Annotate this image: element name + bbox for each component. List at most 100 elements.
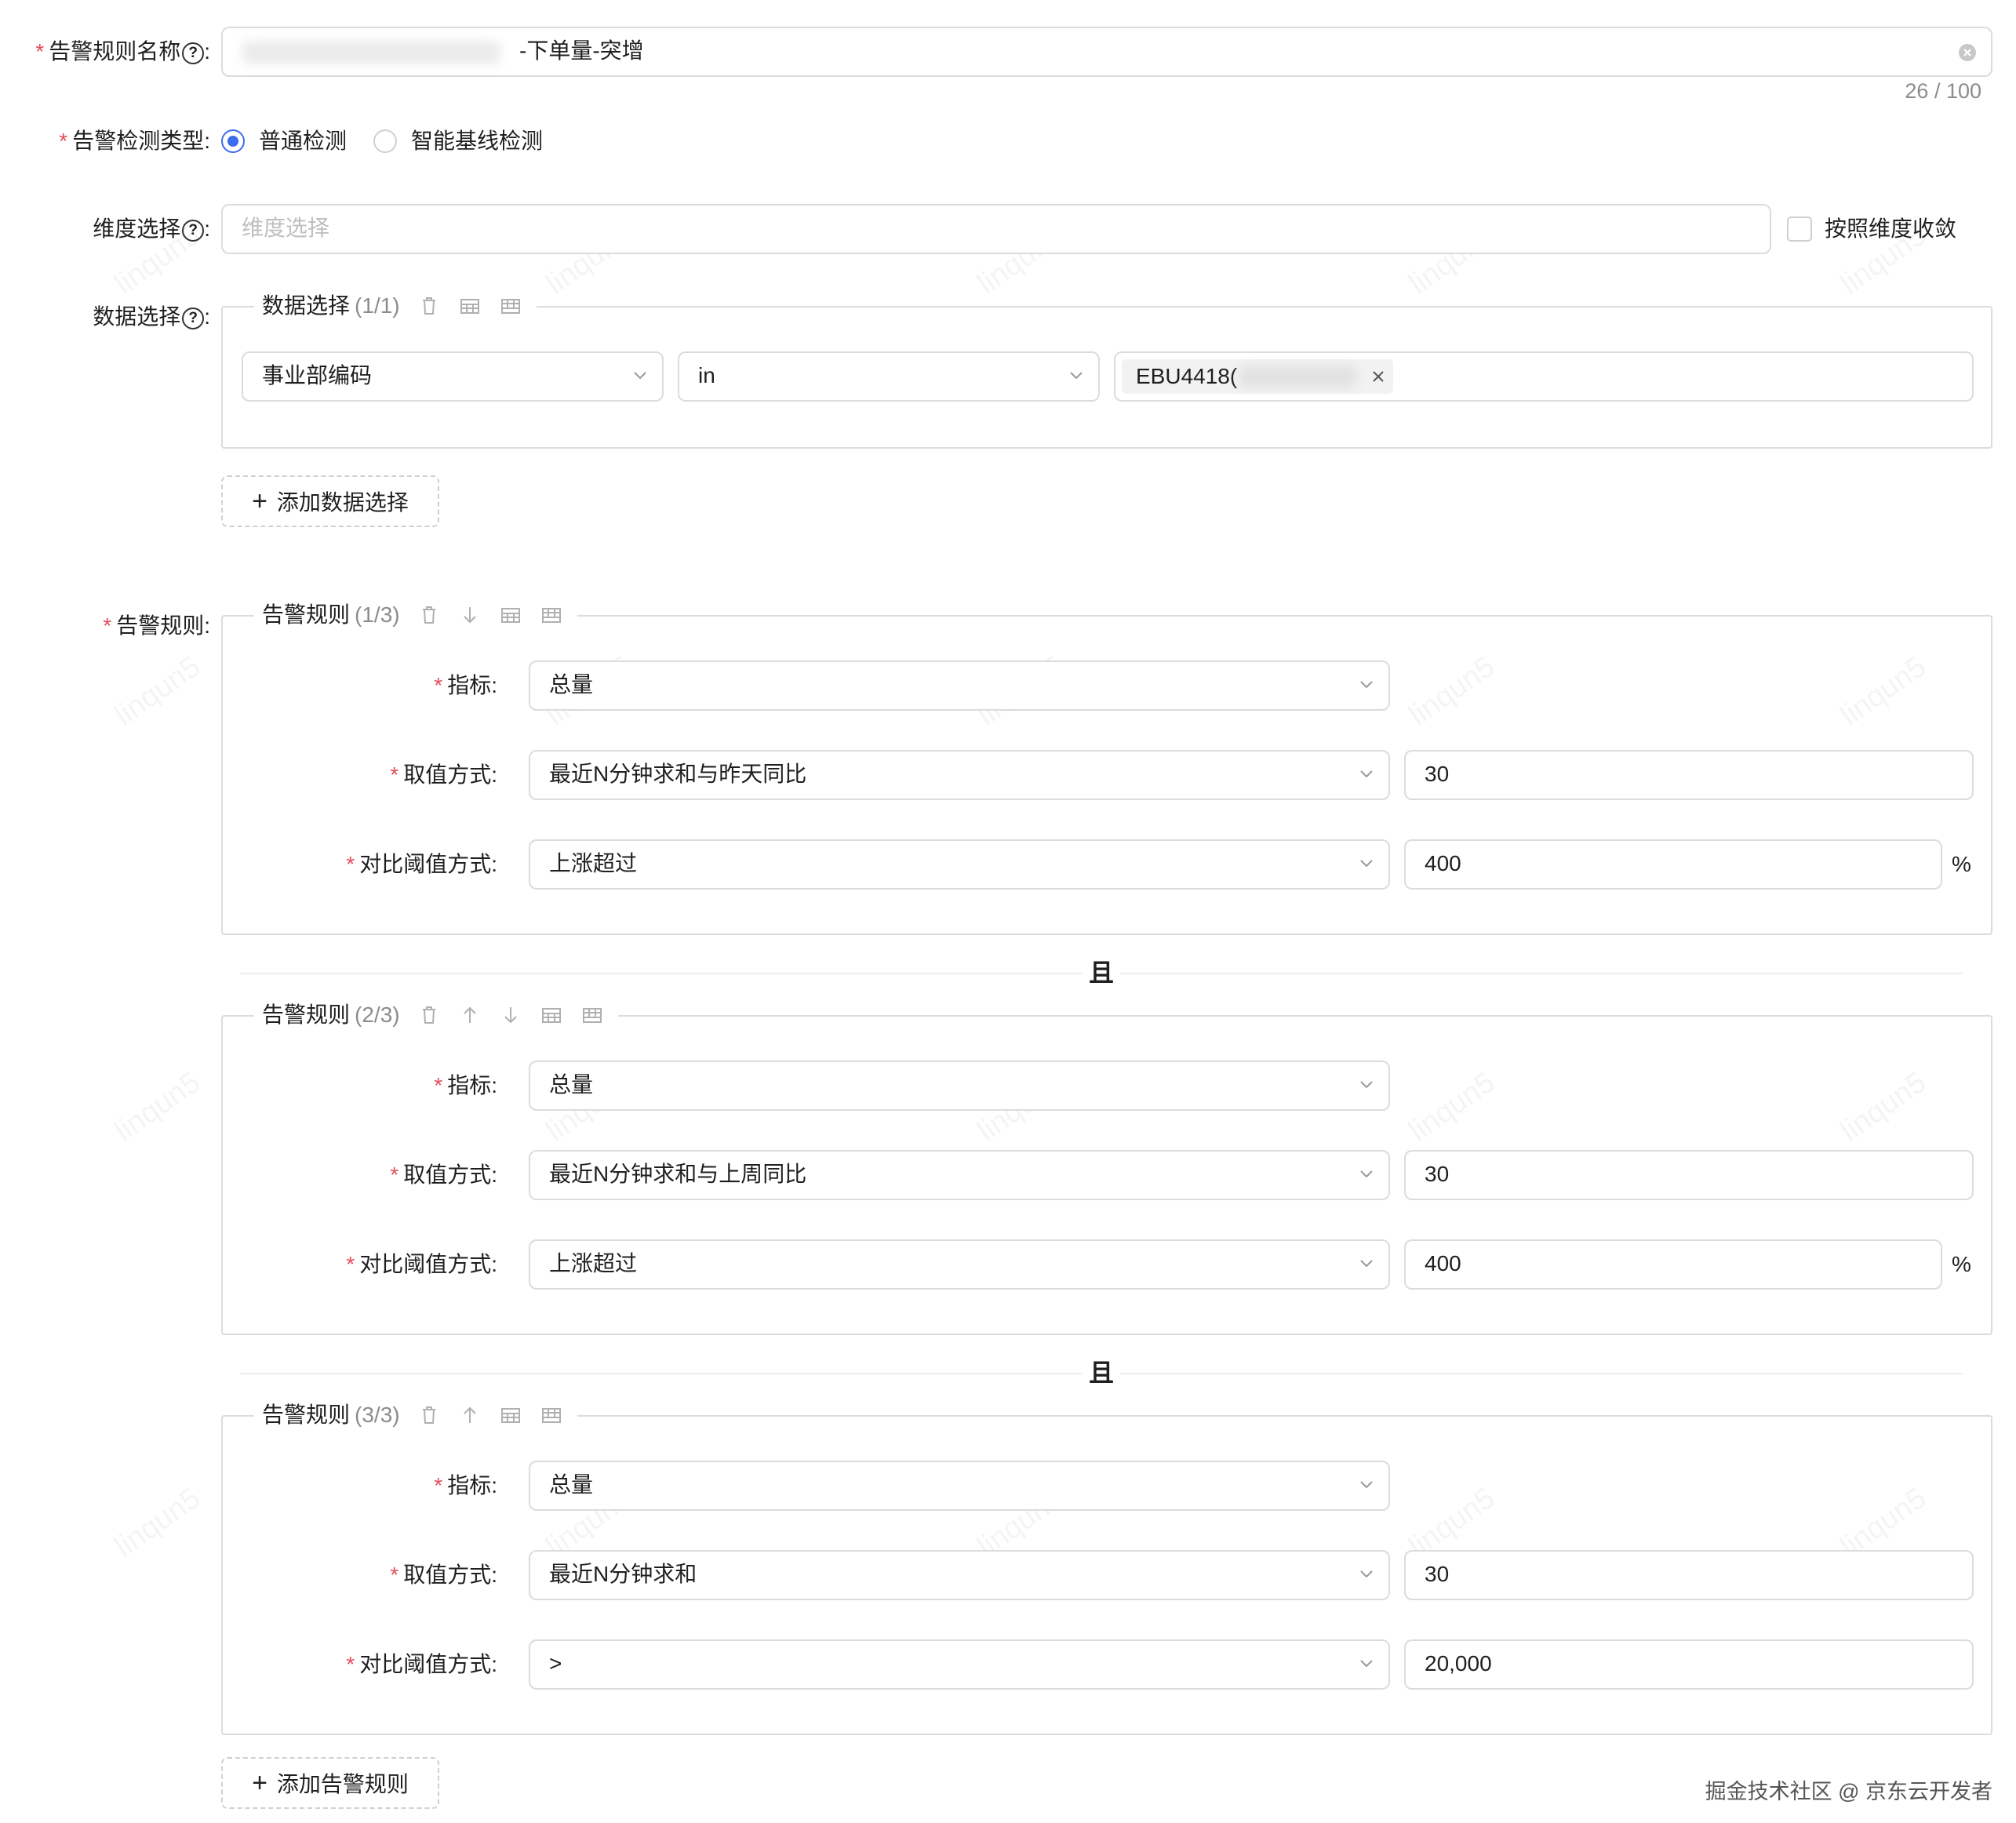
alert-rule-card: 告警规则 (1/3) * 指标: 总量 * 取值方式: 最近N分钟求和与昨天同比 3… bbox=[221, 599, 1992, 935]
threshold-input[interactable]: 20,000 bbox=[1404, 1639, 1974, 1690]
required-mark: * bbox=[35, 39, 45, 64]
radio-normal[interactable] bbox=[221, 129, 245, 153]
delete-icon[interactable] bbox=[417, 294, 441, 318]
insert-row-icon[interactable] bbox=[458, 294, 482, 318]
compare-select[interactable]: 上涨超过 bbox=[529, 1239, 1390, 1290]
dimension-label-text: 维度选择 bbox=[93, 217, 181, 241]
delete-icon[interactable] bbox=[417, 603, 441, 627]
colon: : bbox=[204, 613, 210, 638]
help-icon[interactable]: ? bbox=[182, 307, 205, 329]
required-mark: * bbox=[434, 1473, 443, 1497]
rule-name-input[interactable]: -下单量-突增 bbox=[221, 27, 1992, 77]
operator-select[interactable]: in bbox=[678, 351, 1100, 402]
redacted-text bbox=[1239, 366, 1357, 388]
rule-title: 告警规则 bbox=[262, 1403, 351, 1427]
chevron-down-icon bbox=[1360, 1481, 1373, 1489]
move-down-icon[interactable] bbox=[499, 1003, 522, 1027]
required-mark: * bbox=[59, 129, 68, 153]
metric-label: * 指标: bbox=[434, 1070, 497, 1101]
delete-icon[interactable] bbox=[417, 1003, 441, 1027]
converge-checkbox[interactable] bbox=[1787, 217, 1812, 242]
threshold-mode-label: * 对比阈值方式: bbox=[346, 1249, 497, 1280]
value-tag: EBU4418( bbox=[1122, 359, 1393, 394]
required-mark: * bbox=[346, 1652, 355, 1676]
radio-smart-baseline-label[interactable]: 智能基线检测 bbox=[411, 126, 543, 157]
colon: : bbox=[491, 1473, 497, 1497]
colon: : bbox=[491, 762, 497, 787]
redacted-text bbox=[242, 41, 500, 64]
colon: : bbox=[491, 852, 497, 876]
n-minutes-input[interactable]: 30 bbox=[1404, 1550, 1974, 1600]
metric-select[interactable]: 总量 bbox=[529, 660, 1390, 711]
data-select-label: 数据选择?: bbox=[93, 301, 210, 333]
move-down-icon[interactable] bbox=[458, 603, 482, 627]
watermark-text: linqun5 bbox=[109, 1482, 207, 1565]
required-mark: * bbox=[346, 1252, 355, 1276]
required-mark: * bbox=[346, 852, 355, 876]
metric-label-text: 指标 bbox=[447, 1473, 492, 1497]
colon: : bbox=[491, 1563, 497, 1587]
threshold-input[interactable]: 400 bbox=[1404, 839, 1942, 890]
value-mode-select[interactable]: 最近N分钟求和与上周同比 bbox=[529, 1150, 1390, 1200]
move-up-icon[interactable] bbox=[458, 1403, 482, 1427]
insert-row-icon[interactable] bbox=[499, 603, 522, 627]
value-multi-select[interactable]: EBU4418( bbox=[1114, 351, 1974, 402]
group-title: 数据选择 bbox=[262, 293, 351, 318]
chevron-down-icon bbox=[1360, 1081, 1373, 1089]
add-data-select-button[interactable]: + 添加数据选择 bbox=[221, 475, 439, 527]
insert-column-icon[interactable] bbox=[580, 1003, 604, 1027]
field-select[interactable]: 事业部编码 bbox=[242, 351, 664, 402]
and-connector: 且 bbox=[1083, 1355, 1120, 1390]
compare-select[interactable]: > bbox=[529, 1639, 1390, 1690]
help-icon[interactable]: ? bbox=[182, 42, 205, 64]
insert-column-icon[interactable] bbox=[540, 603, 563, 627]
insert-column-icon[interactable] bbox=[540, 1403, 563, 1427]
add-alert-rule-button[interactable]: + 添加告警规则 bbox=[221, 1757, 439, 1809]
radio-smart-baseline[interactable] bbox=[373, 129, 397, 153]
threshold-input[interactable]: 400 bbox=[1404, 1239, 1942, 1290]
alert-rule-card: 告警规则 (3/3) * 指标: 总量 * 取值方式: 最近N分钟求和 30 * 对比… bbox=[221, 1399, 1992, 1735]
plus-icon: + bbox=[252, 1768, 267, 1798]
watermark-text: linqun5 bbox=[109, 650, 207, 733]
colon: : bbox=[491, 1163, 497, 1187]
threshold-mode-label-text: 对比阈值方式 bbox=[359, 852, 492, 876]
chevron-down-icon bbox=[1360, 860, 1373, 868]
converge-checkbox-label[interactable]: 按照维度收敛 bbox=[1825, 213, 1956, 245]
required-mark: * bbox=[390, 762, 399, 787]
and-connector: 且 bbox=[1083, 955, 1120, 990]
field-value: 事业部编码 bbox=[262, 363, 373, 388]
chevron-down-icon bbox=[634, 372, 646, 380]
value-mode-value: 最近N分钟求和 bbox=[549, 1562, 697, 1586]
detect-type-label-text: 告警检测类型 bbox=[72, 129, 205, 153]
insert-column-icon[interactable] bbox=[499, 294, 522, 318]
rule-count: (3/3) bbox=[355, 1403, 400, 1427]
dimension-label: 维度选择?: bbox=[93, 213, 210, 245]
threshold-value: 400 bbox=[1425, 1251, 1461, 1275]
value-mode-select[interactable]: 最近N分钟求和与昨天同比 bbox=[529, 750, 1390, 800]
value-mode-label: * 取值方式: bbox=[390, 1559, 497, 1591]
delete-icon[interactable] bbox=[417, 1403, 441, 1427]
close-icon[interactable] bbox=[1371, 369, 1385, 384]
value-mode-value: 最近N分钟求和与昨天同比 bbox=[549, 762, 807, 786]
required-mark: * bbox=[103, 613, 112, 638]
insert-row-icon[interactable] bbox=[540, 1003, 563, 1027]
dimension-select[interactable]: 维度选择 bbox=[221, 204, 1771, 254]
insert-row-icon[interactable] bbox=[499, 1403, 522, 1427]
move-up-icon[interactable] bbox=[458, 1003, 482, 1027]
value-mode-select[interactable]: 最近N分钟求和 bbox=[529, 1550, 1390, 1600]
data-select-label-text: 数据选择 bbox=[93, 304, 181, 329]
help-icon[interactable]: ? bbox=[182, 220, 205, 242]
metric-select[interactable]: 总量 bbox=[529, 1461, 1390, 1511]
detect-type-label: * 告警检测类型: bbox=[59, 126, 210, 157]
compare-select[interactable]: 上涨超过 bbox=[529, 839, 1390, 890]
colon: : bbox=[204, 129, 210, 153]
metric-label: * 指标: bbox=[434, 1470, 497, 1501]
clear-icon[interactable] bbox=[1958, 43, 1977, 62]
n-minutes-input[interactable]: 30 bbox=[1404, 1150, 1974, 1200]
n-minutes-input[interactable]: 30 bbox=[1404, 750, 1974, 800]
value-mode-label-text: 取值方式 bbox=[403, 762, 492, 787]
metric-label-text: 指标 bbox=[447, 1073, 492, 1097]
alert-rules-label-text: 告警规则 bbox=[116, 613, 205, 638]
metric-select[interactable]: 总量 bbox=[529, 1061, 1390, 1111]
radio-normal-label[interactable]: 普通检测 bbox=[259, 126, 347, 157]
